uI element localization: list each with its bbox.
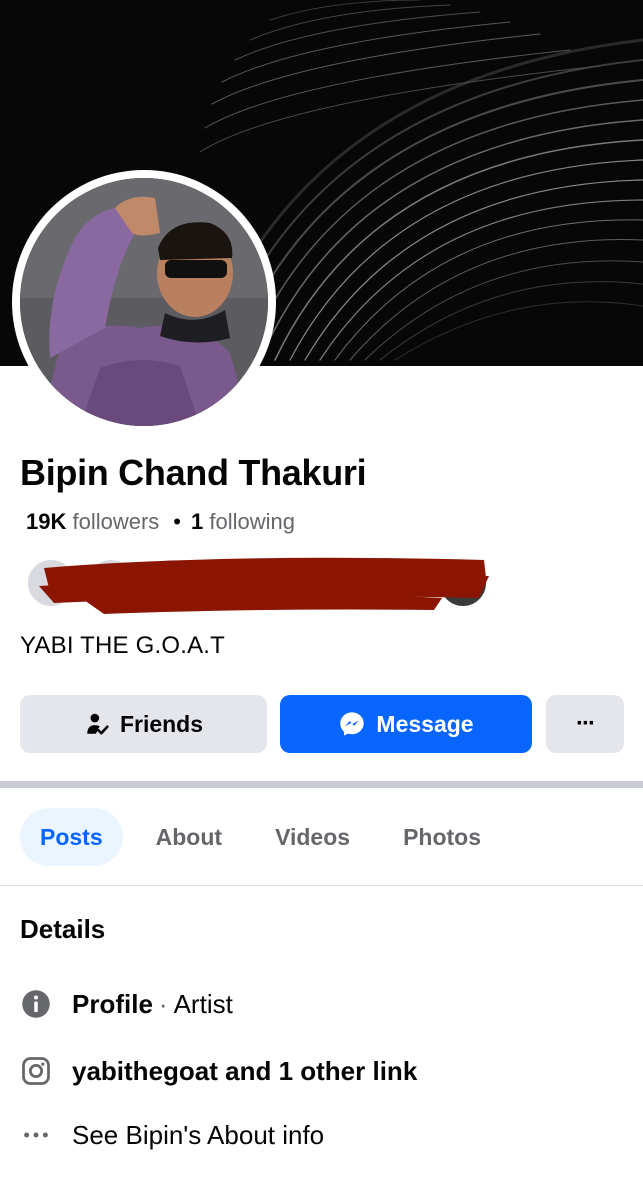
messenger-icon	[340, 712, 365, 736]
social-links-text[interactable]: yabithegoat and 1 other link	[72, 1056, 417, 1087]
profile-type-separator: ·	[158, 988, 168, 1019]
follow-stats: 19K followers • 1 following	[26, 509, 295, 535]
ellipsis-icon	[20, 1119, 52, 1151]
tab-photos[interactable]: Photos	[383, 808, 501, 866]
profile-tabs: Posts About Videos Photos	[20, 808, 514, 866]
mutual-friends-avatars[interactable]	[24, 548, 494, 618]
tab-about[interactable]: About	[136, 808, 242, 866]
profile-name: Bipin Chand Thakuri	[20, 452, 367, 493]
stats-separator: •	[173, 509, 181, 534]
tab-posts[interactable]: Posts	[20, 808, 123, 866]
profile-type-label: Profile	[72, 988, 153, 1019]
see-about-info-label[interactable]: See Bipin's About info	[72, 1120, 324, 1151]
instagram-icon	[20, 1055, 52, 1087]
more-horizontal-icon: ···	[576, 710, 596, 737]
details-heading: Details	[20, 914, 106, 944]
profile-category: Artist	[173, 988, 233, 1019]
person-check-icon	[87, 713, 109, 735]
detail-social-links[interactable]: yabithegoat and 1 other link	[20, 1055, 417, 1087]
tabs-divider	[0, 885, 643, 886]
tab-videos[interactable]: Videos	[255, 808, 370, 866]
section-divider	[0, 781, 643, 788]
following-count: 1	[191, 509, 204, 534]
info-icon	[20, 988, 52, 1020]
following-link[interactable]: 1 following	[191, 509, 295, 535]
more-options-button[interactable]: ···	[546, 695, 624, 753]
friends-button[interactable]: Friends	[20, 695, 267, 753]
redaction-scribble	[39, 557, 489, 614]
followers-count: 19K	[26, 509, 67, 534]
following-label: following	[209, 509, 295, 534]
profile-avatar[interactable]	[20, 178, 268, 426]
message-button[interactable]: Message	[280, 695, 532, 753]
followers-label: followers	[72, 509, 160, 534]
friends-button-label: Friends	[119, 710, 204, 737]
detail-profile-category: Profile · Artist	[20, 988, 233, 1020]
profile-bio: YABI THE G.O.A.T	[20, 632, 226, 659]
see-about-info[interactable]: See Bipin's About info	[20, 1119, 324, 1151]
message-button-label: Message	[376, 710, 474, 737]
followers-link[interactable]: 19K followers	[26, 509, 159, 535]
